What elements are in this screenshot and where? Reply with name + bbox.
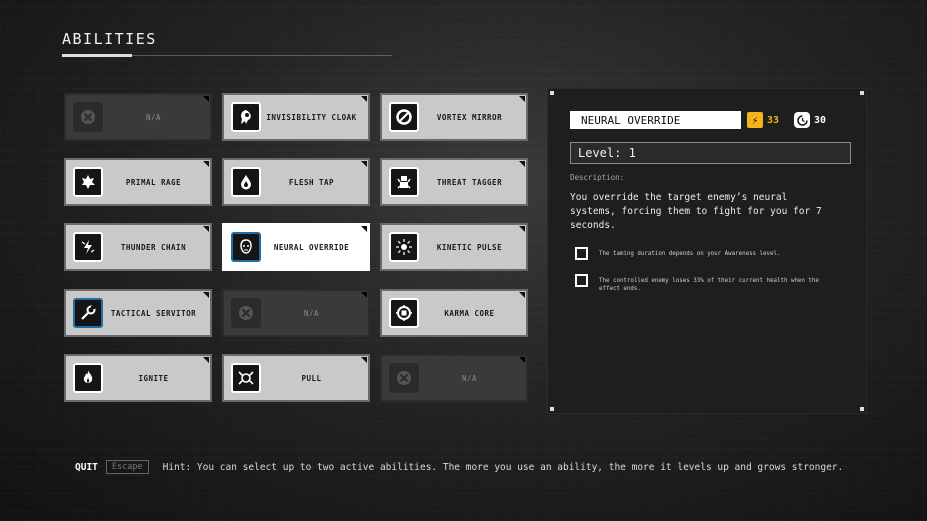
wrench-icon <box>73 298 103 328</box>
fire-icon <box>73 363 103 393</box>
ability-label: NEURAL OVERRIDE <box>273 242 350 252</box>
hint-text: Hint: You can select up to two active ab… <box>162 461 844 473</box>
modifier-row: The controlled enemy loses 33% of their … <box>575 274 839 293</box>
ability-label: VORTEX MIRROR <box>436 112 503 122</box>
modifier-text: The controlled enemy loses 33% of their … <box>599 278 819 292</box>
card-corner-marker <box>519 292 525 298</box>
cooldown-icon <box>794 112 810 128</box>
modifier-checkbox[interactable] <box>575 274 588 287</box>
ability-label: TACTICAL SERVITOR <box>110 308 197 318</box>
card-corner-marker <box>361 161 367 167</box>
card-corner-marker <box>361 96 367 102</box>
card-corner-marker <box>203 161 209 167</box>
ability-grid: N/A INVISIBILITY CLOAK VORTEX MIRROR PRI… <box>64 93 530 407</box>
modifier-row: The taming duration depends on your Awar… <box>575 247 839 260</box>
empty-slot-icon <box>73 102 103 132</box>
escape-key-hint[interactable]: Escape <box>105 460 149 474</box>
ability-pull[interactable]: PULL <box>222 354 370 402</box>
ability-name: NEURAL OVERRIDE <box>570 111 741 129</box>
core-icon <box>389 298 419 328</box>
ability-label: KINETIC PULSE <box>436 242 503 252</box>
ability-tactical-servitor[interactable]: TACTICAL SERVITOR <box>64 289 212 337</box>
ability-invisibility-cloak[interactable]: INVISIBILITY CLOAK <box>222 93 370 141</box>
ability-label: PRIMAL RAGE <box>125 177 182 187</box>
description-label: Description: <box>570 173 625 182</box>
cooldown: 30 <box>794 112 826 128</box>
card-corner-marker <box>203 357 209 363</box>
ability-label: INVISIBILITY CLOAK <box>266 112 357 122</box>
tagger-icon <box>389 167 419 197</box>
card-corner-marker <box>519 357 525 363</box>
panel-corner-tick <box>550 91 554 95</box>
modifier-checkbox[interactable] <box>575 247 588 260</box>
ability-label: N/A <box>303 308 320 318</box>
cloak-icon <box>231 102 261 132</box>
ability-neural-override[interactable]: NEURAL OVERRIDE <box>222 223 370 271</box>
empty-slot-icon <box>231 298 261 328</box>
ability-label: THREAT TAGGER <box>436 177 503 187</box>
ability-label: THUNDER CHAIN <box>120 242 187 252</box>
card-corner-marker <box>203 292 209 298</box>
card-corner-marker <box>203 96 209 102</box>
lightning-icon: ⚡ <box>747 112 763 128</box>
energy-cost: ⚡ 33 <box>747 112 779 128</box>
drop-icon <box>231 167 261 197</box>
card-corner-marker <box>361 226 367 232</box>
panel-corner-tick <box>550 407 554 411</box>
pulse-icon <box>389 232 419 262</box>
page-title: ABILITIES <box>62 30 157 48</box>
ability-label: N/A <box>145 112 162 122</box>
card-corner-marker <box>203 226 209 232</box>
quit-button[interactable]: QUIT <box>75 462 98 473</box>
card-corner-marker <box>519 161 525 167</box>
card-corner-marker <box>519 96 525 102</box>
title-underline <box>62 54 392 57</box>
ability-label: N/A <box>461 373 478 383</box>
card-corner-marker <box>361 292 367 298</box>
ability-thunder-chain[interactable]: THUNDER CHAIN <box>64 223 212 271</box>
rage-icon <box>73 167 103 197</box>
ability-label: KARMA CORE <box>444 308 495 318</box>
ability-slot-empty-1[interactable]: N/A <box>64 93 212 141</box>
card-corner-marker <box>519 226 525 232</box>
ability-detail-panel: NEURAL OVERRIDE ⚡ 33 30 Level: 1 Descrip… <box>547 88 867 414</box>
energy-cost-value: 33 <box>767 114 780 126</box>
level-indicator: Level: 1 <box>570 142 851 164</box>
ability-vortex-mirror[interactable]: VORTEX MIRROR <box>380 93 528 141</box>
description-text: You override the target enemy’s neural s… <box>570 192 822 231</box>
footer-bar: QUIT Escape Hint: You can select up to t… <box>75 460 843 474</box>
ability-primal-rage[interactable]: PRIMAL RAGE <box>64 158 212 206</box>
modifier-text: The taming duration depends on your Awar… <box>599 251 781 257</box>
ability-kinetic-pulse[interactable]: KINETIC PULSE <box>380 223 528 271</box>
lightning-icon <box>73 232 103 262</box>
ability-flesh-tap[interactable]: FLESH TAP <box>222 158 370 206</box>
vortex-icon <box>389 102 419 132</box>
ability-karma-core[interactable]: KARMA CORE <box>380 289 528 337</box>
ability-label: PULL <box>301 373 322 383</box>
panel-corner-tick <box>860 407 864 411</box>
empty-slot-icon <box>389 363 419 393</box>
ability-label: IGNITE <box>138 373 169 383</box>
ability-slot-empty-2[interactable]: N/A <box>222 289 370 337</box>
ability-threat-tagger[interactable]: THREAT TAGGER <box>380 158 528 206</box>
ability-ignite[interactable]: IGNITE <box>64 354 212 402</box>
panel-corner-tick <box>860 91 864 95</box>
ability-label: FLESH TAP <box>288 177 335 187</box>
brain-head-icon <box>231 232 261 262</box>
cooldown-value: 30 <box>814 114 827 126</box>
card-corner-marker <box>361 357 367 363</box>
pull-icon <box>231 363 261 393</box>
ability-slot-empty-3[interactable]: N/A <box>380 354 528 402</box>
